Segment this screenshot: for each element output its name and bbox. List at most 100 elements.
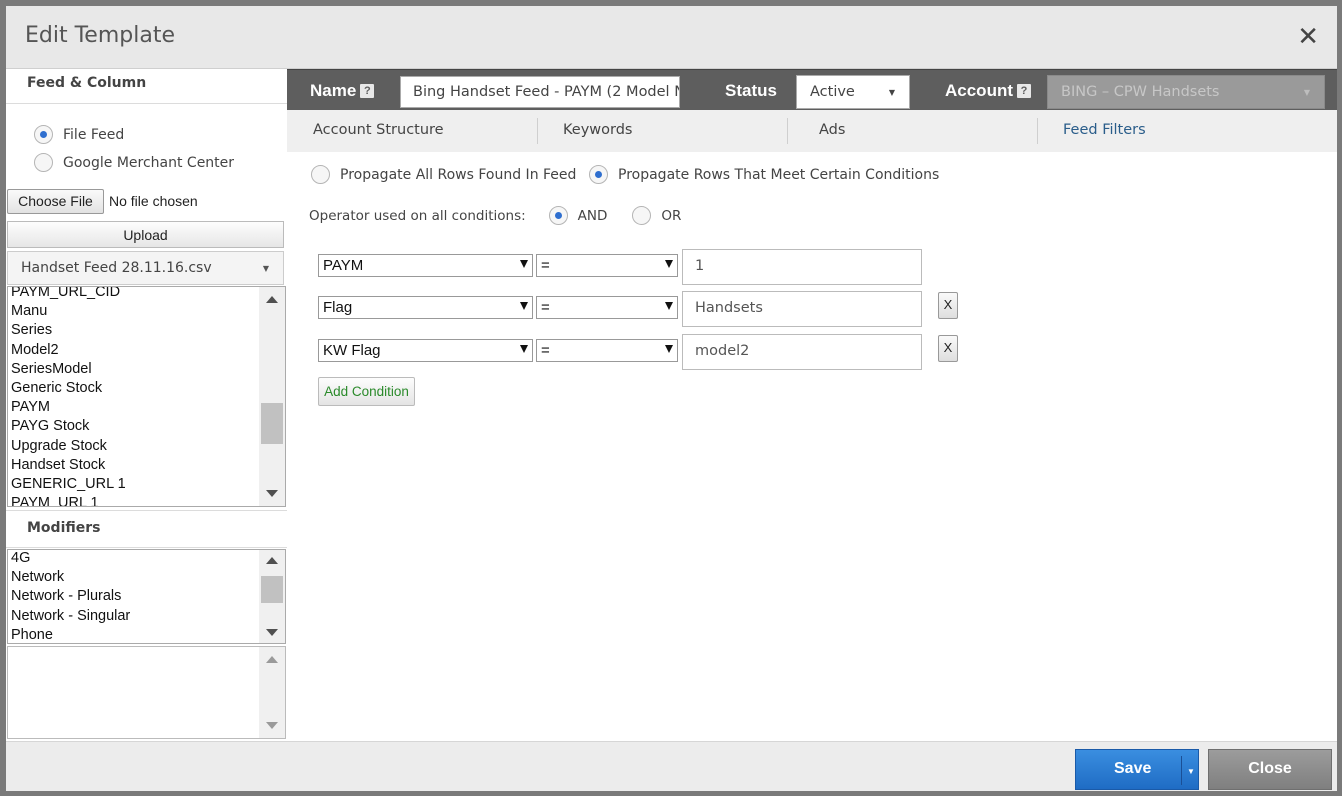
caret-down-icon[interactable]: ▼	[1187, 767, 1195, 776]
columns-scrollbar[interactable]	[259, 287, 285, 506]
tab-feed-filters[interactable]: Feed Filters	[1063, 110, 1146, 152]
dialog-titlebar: Edit Template ✕	[6, 6, 1337, 69]
tab-bar: Account Structure Keywords Ads Feed Filt…	[287, 110, 1337, 152]
condition-operator-value: =	[541, 257, 550, 274]
textarea-scrollbar[interactable]	[259, 647, 285, 738]
add-condition-button[interactable]: Add Condition	[318, 377, 415, 406]
scroll-down-arrow-icon[interactable]	[266, 722, 278, 729]
dropdown-arrow-icon	[520, 345, 528, 353]
list-item[interactable]: Model2	[11, 341, 126, 360]
name-input[interactable]: Bing Handset Feed - PAYM (2 Model N	[400, 76, 680, 108]
condition-column-select[interactable]: PAYM	[318, 254, 533, 277]
condition-value-input[interactable]: 1	[682, 249, 922, 285]
dropdown-arrow-icon	[665, 302, 673, 310]
list-item[interactable]: Network - Singular	[11, 607, 130, 626]
condition-operator-value: =	[541, 342, 550, 359]
tab-account-structure[interactable]: Account Structure	[313, 110, 444, 152]
columns-listbox[interactable]: PAYM_URL_CID Manu Series Model2 SeriesModel G…	[7, 286, 286, 507]
list-item[interactable]: PAYM_URL 1	[11, 494, 126, 506]
radio-propagate-all-label: Propagate All Rows Found In Feed	[340, 166, 577, 183]
close-icon[interactable]: ✕	[1297, 24, 1319, 50]
remove-condition-button[interactable]: X	[938, 335, 958, 362]
condition-operator-select[interactable]: =	[536, 339, 678, 362]
list-item[interactable]: Upgrade Stock	[11, 437, 126, 456]
dropdown-arrow-icon	[665, 260, 673, 268]
tab-divider	[537, 118, 538, 144]
caret-down-icon: ▼	[888, 88, 895, 97]
radio-file-feed-label: File Feed	[63, 126, 125, 143]
save-button[interactable]: Save ▼	[1075, 749, 1199, 790]
list-item[interactable]: Network	[11, 568, 130, 587]
scroll-up-arrow-icon[interactable]	[266, 656, 278, 663]
condition-operator-select[interactable]: =	[536, 296, 678, 319]
close-button[interactable]: Close	[1208, 749, 1332, 790]
choose-file-button[interactable]: Choose File	[7, 189, 104, 214]
account-select: BING – CPW Handsets ▼	[1047, 75, 1325, 109]
list-item[interactable]: Handset Stock	[11, 456, 126, 475]
modifier-values-textarea[interactable]	[7, 646, 286, 739]
radio-propagate-all[interactable]: Propagate All Rows Found In Feed	[311, 165, 576, 184]
dropdown-arrow-icon	[520, 302, 528, 310]
scroll-up-arrow-icon[interactable]	[266, 557, 278, 564]
radio-and-control[interactable]	[548, 206, 568, 225]
condition-column-select[interactable]: KW Flag	[318, 339, 533, 362]
list-item[interactable]: 4G	[11, 550, 130, 568]
left-panel: Feed & Column File Feed Google Merchant …	[6, 69, 287, 741]
list-item[interactable]: Network - Plurals	[11, 587, 130, 606]
save-split-divider	[1181, 756, 1182, 785]
dialog-footer: Save ▼ Close	[6, 741, 1337, 791]
scroll-down-arrow-icon[interactable]	[266, 629, 278, 636]
list-item[interactable]: PAYG Stock	[11, 417, 126, 436]
scroll-down-arrow-icon[interactable]	[266, 490, 278, 497]
list-item[interactable]: Manu	[11, 302, 126, 321]
status-select[interactable]: Active ▼	[796, 75, 910, 109]
edit-template-dialog: Edit Template ✕ Feed & Column File Feed …	[6, 6, 1337, 791]
list-item[interactable]: PAYM	[11, 398, 126, 417]
list-item[interactable]: PAYM_URL_CID	[11, 287, 126, 302]
scrollbar-thumb[interactable]	[261, 576, 283, 603]
radio-google-merchant-center-control[interactable]	[34, 153, 53, 172]
condition-operator-value: =	[541, 299, 550, 316]
radio-propagate-conditions[interactable]: Propagate Rows That Meet Certain Conditi…	[589, 165, 939, 184]
tab-divider	[1037, 118, 1038, 144]
condition-value-input[interactable]: Handsets	[682, 291, 922, 327]
feed-file-select[interactable]: Handset Feed 28.11.16.csv ▼	[7, 251, 284, 285]
status-select-value: Active	[810, 84, 855, 100]
right-panel: Name ? Bing Handset Feed - PAYM (2 Model…	[287, 69, 1337, 741]
list-item[interactable]: Phone	[11, 626, 130, 643]
radio-google-merchant-center[interactable]: Google Merchant Center	[34, 153, 234, 172]
list-item[interactable]: GENERIC_URL 1	[11, 475, 126, 494]
radio-file-feed[interactable]: File Feed	[34, 125, 124, 144]
condition-value-input[interactable]: model2	[682, 334, 922, 370]
radio-or-control[interactable]	[632, 206, 652, 225]
columns-list: PAYM_URL_CID Manu Series Model2 SeriesModel G…	[11, 287, 126, 506]
name-label-text: Name	[310, 81, 357, 100]
dropdown-arrow-icon	[520, 260, 528, 268]
feed-column-header: Feed & Column	[6, 69, 287, 104]
tab-ads[interactable]: Ads	[819, 110, 845, 152]
radio-file-feed-control[interactable]	[34, 125, 53, 144]
radio-google-merchant-center-label: Google Merchant Center	[63, 154, 235, 171]
condition-column-value: PAYM	[323, 257, 364, 274]
modifiers-scrollbar[interactable]	[259, 550, 285, 643]
condition-column-select[interactable]: Flag	[318, 296, 533, 319]
list-item[interactable]: Generic Stock	[11, 379, 126, 398]
upload-button[interactable]: Upload	[7, 221, 284, 248]
remove-condition-button[interactable]: X	[938, 292, 958, 319]
tab-divider	[787, 118, 788, 144]
radio-propagate-all-control[interactable]	[311, 165, 330, 184]
list-item[interactable]: SeriesModel	[11, 360, 126, 379]
modifiers-listbox[interactable]: 4G Network Network - Plurals Network - Sing…	[7, 549, 286, 644]
help-icon[interactable]: ?	[1017, 84, 1031, 98]
scrollbar-thumb[interactable]	[261, 403, 283, 444]
condition-operator-select[interactable]: =	[536, 254, 678, 277]
help-icon[interactable]: ?	[360, 84, 375, 98]
modifiers-header: Modifiers	[6, 510, 287, 548]
tab-keywords[interactable]: Keywords	[563, 110, 632, 152]
dialog-title: Edit Template	[25, 23, 175, 48]
scroll-up-arrow-icon[interactable]	[266, 296, 278, 303]
list-item[interactable]: Series	[11, 321, 126, 340]
radio-propagate-conditions-control[interactable]	[589, 165, 608, 184]
template-settings-bar: Name ? Bing Handset Feed - PAYM (2 Model…	[287, 69, 1337, 110]
name-label: Name ?	[310, 81, 375, 101]
